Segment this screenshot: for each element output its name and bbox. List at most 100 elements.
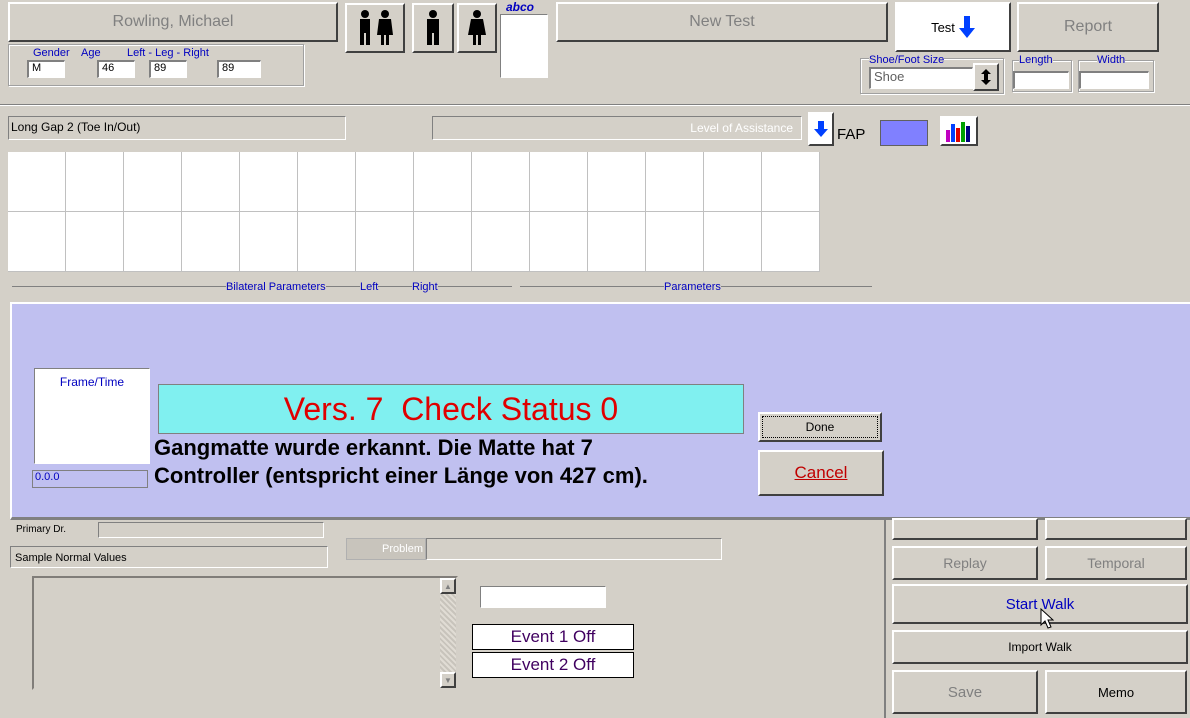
grid-cell — [704, 152, 762, 212]
problem-label: Problem — [382, 543, 423, 555]
male-icon — [427, 10, 439, 45]
partial-button-right[interactable] — [1045, 518, 1187, 540]
down-arrow-icon — [958, 16, 975, 38]
temporal-label: Temporal — [1087, 555, 1145, 571]
chart-button[interactable] — [940, 116, 978, 146]
width-field[interactable] — [1079, 71, 1149, 89]
done-label: Done — [805, 420, 835, 434]
grid-cell — [66, 152, 124, 212]
frame-time-box: Frame/Time — [34, 368, 150, 464]
right-col-label: Right — [412, 281, 438, 293]
notes-textarea[interactable]: ▲ ▼ — [32, 576, 458, 690]
age-label: Age — [81, 47, 101, 59]
notes-scrollbar[interactable]: ▲ ▼ — [440, 578, 456, 688]
done-button[interactable]: Done — [758, 412, 882, 442]
grid-cell — [588, 152, 646, 212]
params-label: Parameters — [664, 281, 721, 293]
shoe-size-label: Shoe/Foot Size — [869, 54, 945, 66]
male-icon-button[interactable] — [412, 3, 454, 53]
gender-label: Gender — [33, 47, 70, 59]
primary-dr-row: Primary Dr. — [10, 522, 326, 540]
primary-dr-label: Primary Dr. — [16, 524, 66, 535]
length-label: Length — [1019, 54, 1053, 66]
grid-cell — [762, 152, 820, 212]
bar-chart-icon — [946, 122, 970, 142]
memo-button[interactable]: Memo — [1045, 670, 1187, 714]
import-walk-button[interactable]: Import Walk — [892, 630, 1188, 664]
status-dialog: Frame/Time 0.0.0 Vers. 7 Check Status 0 … — [10, 302, 1190, 520]
grid-cell — [414, 152, 472, 212]
grid-cell — [530, 212, 588, 272]
report-button[interactable]: Report — [1017, 2, 1159, 52]
new-test-button[interactable]: New Test — [556, 2, 888, 42]
grid-cell — [124, 212, 182, 272]
patient-name-button[interactable]: Rowling, Michael — [8, 2, 338, 42]
scroll-up-button[interactable]: ▲ — [440, 578, 456, 594]
partial-button-left[interactable] — [892, 518, 1038, 540]
save-button[interactable]: Save — [892, 670, 1038, 714]
grid-cell — [472, 152, 530, 212]
status-banner: Vers. 7 Check Status 0 — [158, 384, 744, 434]
fap-label: FAP — [837, 126, 866, 143]
test-button[interactable]: Test — [895, 2, 1011, 52]
couple-icon-button[interactable] — [345, 3, 405, 53]
shoe-size-group: Shoe/Foot Size Shoe — [860, 54, 1004, 94]
test-title-box: Long Gap 2 (Toe In/Out) — [8, 116, 346, 140]
level-assistance-label: Level of Assistance — [690, 121, 793, 135]
bilateral-params-header: Bilateral Parameters Left Right — [12, 281, 512, 298]
left-col-label: Left — [360, 281, 379, 293]
shoe-spinner-button[interactable] — [973, 63, 999, 91]
new-test-label: New Test — [689, 13, 755, 30]
event-input[interactable] — [480, 586, 606, 608]
down-arrow-icon — [814, 121, 828, 137]
age-field[interactable]: 46 — [97, 60, 135, 78]
header-divider — [0, 104, 1190, 106]
grid-cell — [8, 152, 66, 212]
sample-normal-values-label: Sample Normal Values — [15, 552, 127, 564]
left-leg-field[interactable]: 89 — [149, 60, 187, 78]
width-group: Width — [1078, 54, 1154, 92]
female-icon-button[interactable] — [457, 3, 497, 53]
grid-cell — [124, 152, 182, 212]
message-line-1: Gangmatte wurde erkannt. Die Matte hat 7 — [154, 435, 593, 460]
cancel-label: Cancel — [794, 463, 848, 482]
test-label: Test — [931, 19, 955, 35]
patient-name: Rowling, Michael — [112, 13, 234, 30]
grid-cell — [704, 212, 762, 272]
up-down-arrow-icon — [981, 69, 991, 85]
primary-dr-field[interactable] — [98, 522, 324, 538]
replay-label: Replay — [943, 555, 987, 571]
brand-label: abco — [506, 0, 535, 14]
scroll-down-button[interactable]: ▼ — [440, 672, 456, 688]
temporal-button[interactable]: Temporal — [1045, 546, 1187, 580]
problem-field[interactable] — [426, 538, 722, 560]
right-leg-field[interactable]: 89 — [217, 60, 261, 78]
length-field[interactable] — [1013, 71, 1069, 89]
length-group: Length — [1012, 54, 1072, 92]
event2-label: Event 2 Off — [510, 655, 596, 674]
frame-time-label: Frame/Time — [59, 375, 125, 389]
brand-box — [500, 14, 548, 78]
grid-cell — [298, 152, 356, 212]
couple-icon — [360, 10, 393, 45]
grid-cell — [66, 212, 124, 272]
grid-cell — [182, 212, 240, 272]
grid-cell — [240, 152, 298, 212]
shoe-field[interactable]: Shoe — [869, 67, 973, 89]
gender-field[interactable]: M — [27, 60, 65, 78]
replay-button[interactable]: Replay — [892, 546, 1038, 580]
level-assistance-box: Level of Assistance — [432, 116, 802, 140]
grid-cell — [182, 152, 240, 212]
mouse-cursor-icon — [1040, 608, 1054, 629]
message-line-2: Controller (entspricht einer Länge von 4… — [154, 463, 648, 488]
params-header: Parameters — [520, 281, 872, 298]
event1-label: Event 1 Off — [510, 627, 596, 646]
leg-label: Left - Leg - Right — [127, 47, 209, 59]
level-dropdown-button[interactable] — [808, 112, 834, 146]
sample-normal-values: Sample Normal Values — [10, 546, 328, 568]
bilateral-params-label: Bilateral Parameters — [226, 281, 326, 293]
grid-cell — [588, 212, 646, 272]
fap-box — [880, 120, 928, 146]
save-label: Save — [947, 683, 983, 701]
cancel-button[interactable]: Cancel — [758, 450, 884, 496]
